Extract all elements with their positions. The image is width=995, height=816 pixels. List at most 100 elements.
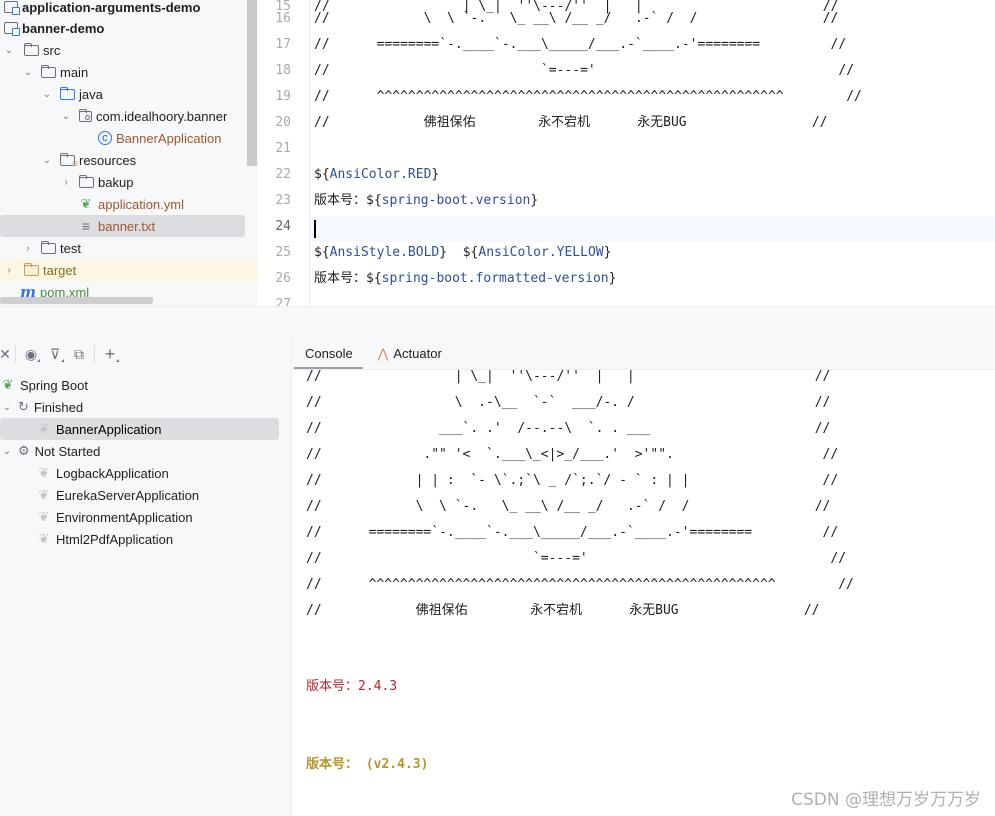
actuator-icon: ⋀ <box>377 345 389 361</box>
tree-item-java[interactable]: ⌄ java <box>0 83 246 105</box>
console-line: // ========`-.____`-.___\_____/___.-`___… <box>306 525 839 540</box>
tool-window-splitter[interactable] <box>0 306 995 339</box>
service-group-not-started[interactable]: ⌄ ⚙ Not Started <box>0 440 101 462</box>
spring-app-icon: ❦ <box>38 465 50 480</box>
tree-item-main[interactable]: ⌄ main <box>0 61 246 83</box>
chevron-down-icon[interactable]: ⌄ <box>21 67 35 78</box>
line-number: 20 <box>275 115 291 130</box>
spring-class-icon: C <box>98 131 112 145</box>
tree-item-target[interactable]: › target <box>0 259 258 281</box>
console-line: // | | : `- \`.;`\ _ /`;.`/ - ` : | | // <box>306 473 839 488</box>
service-item[interactable]: ❦ LogbackApplication <box>36 462 169 484</box>
chevron-down-icon[interactable]: ⌄ <box>0 402 14 413</box>
plain-token: } <box>608 271 617 286</box>
console-line: // \ .-\__ `-` ___/-. / // <box>306 395 831 410</box>
tree-item-bakup[interactable]: › bakup <box>0 171 246 193</box>
horizontal-scrollbar[interactable] <box>0 297 153 304</box>
tree-item-resources[interactable]: ⌄ resources <box>0 149 246 171</box>
line-number: 22 <box>275 167 291 182</box>
code-line: // ^^^^^^^^^^^^^^^^^^^^^^^^^^^^^^^^^^^^^… <box>314 89 862 104</box>
tree-item-test[interactable]: › test <box>0 237 246 259</box>
collapse-icon[interactable]: ✕ <box>0 342 12 366</box>
folder-icon <box>41 65 56 78</box>
console-tabs: Console ⋀ Actuator <box>292 339 995 370</box>
new-group-icon[interactable]: ⧉ <box>67 342 91 366</box>
refresh-icon: ↻ <box>18 399 29 414</box>
tree-item-application-arguments-demo[interactable]: application-arguments-demo <box>0 0 246 18</box>
chevron-right-icon[interactable]: › <box>21 243 35 254</box>
add-service-icon[interactable]: + <box>98 342 122 366</box>
line-number: 18 <box>275 63 291 78</box>
tree-item-banner-txt[interactable]: ≡ banner.txt <box>0 215 245 237</box>
chevron-down-icon[interactable]: ⌄ <box>40 89 54 100</box>
service-root-spring-boot[interactable]: ❦ Spring Boot <box>0 374 88 396</box>
line-number: 27 <box>275 297 291 306</box>
tree-item-package[interactable]: ⌄ com.idealhoory.banner <box>0 105 246 127</box>
placeholder-token: AnsiColor.YELLOW <box>478 245 604 260</box>
filter-icon[interactable]: ⊽ <box>43 342 67 366</box>
chevron-right-icon[interactable]: › <box>2 265 16 276</box>
code-editor[interactable]: 15 16 17 18 19 20 21 22 23 24 25 26 27 // | \_| ''\… <box>258 0 995 306</box>
code-line: 版本号：${spring-boot.version} <box>314 188 538 214</box>
folder-icon <box>79 175 94 188</box>
placeholder-token: AnsiStyle.BOLD <box>329 245 440 260</box>
service-item[interactable]: ❦ EnvironmentApplication <box>36 506 193 528</box>
tab-actuator[interactable]: ⋀ Actuator <box>365 339 454 369</box>
chevron-down-icon[interactable]: ⌄ <box>2 45 16 56</box>
service-item[interactable]: ❦ Html2PdfApplication <box>36 528 174 550</box>
service-group-finished[interactable]: ⌄ ↻ Finished <box>0 396 83 418</box>
plain-token: ${ <box>314 167 330 182</box>
line-number: 23 <box>275 193 291 208</box>
tree-item-src[interactable]: ⌄ src <box>0 39 246 61</box>
console-line: // 佛祖保佑 永不宕机 永无BUG // <box>306 603 820 618</box>
console-version-red: 版本号：2.4.3 <box>306 679 398 694</box>
code-line: // ========`-.____`-.___\_____/___.-`___… <box>314 37 847 52</box>
folder-icon <box>41 241 56 254</box>
line-number: 19 <box>275 89 291 104</box>
chevron-down-icon[interactable]: ⌄ <box>40 155 54 166</box>
plain-token: } ${ <box>439 245 479 260</box>
toolbar-separator <box>94 345 95 363</box>
excluded-folder-icon <box>24 263 39 276</box>
plain-token: } <box>530 193 539 208</box>
service-item[interactable]: ❦ EurekaServerApplication <box>36 484 200 506</box>
plain-token: 版本号：${ <box>314 271 382 286</box>
console-line: // ^^^^^^^^^^^^^^^^^^^^^^^^^^^^^^^^^^^^^… <box>306 577 854 592</box>
chevron-down-icon[interactable]: ⌄ <box>0 446 14 457</box>
services-toolbar: ✕ ◉ ⊽ ⧉ + <box>0 339 291 369</box>
view-options-icon[interactable]: ◉ <box>19 342 43 366</box>
console-version-yellow: 版本号： (v2.4.3) <box>306 757 429 772</box>
line-number: 24 <box>275 219 291 234</box>
code-line: ${AnsiColor.RED} <box>314 162 439 188</box>
tree-item-banner-application[interactable]: C BannerApplication <box>0 127 246 149</box>
resource-folder-icon <box>60 153 78 170</box>
services-panel: ✕ ◉ ⊽ ⧉ + ❦ Spring Boot ⌄ ↻ Finished ❦ B… <box>0 339 292 816</box>
module-icon <box>4 1 20 15</box>
plain-token: } <box>431 167 440 182</box>
plain-token: } <box>603 245 612 260</box>
plain-token: 版本号：${ <box>314 193 382 208</box>
chevron-down-icon[interactable]: ⌄ <box>59 111 73 122</box>
tree-item-application-yml[interactable]: ❦ application.yml <box>0 193 246 215</box>
placeholder-token: spring-boot.version <box>381 193 531 208</box>
spring-app-icon: ❦ <box>38 487 50 502</box>
console-line: // `=---=' // <box>306 551 847 566</box>
folder-icon <box>24 43 39 56</box>
placeholder-token: AnsiColor.RED <box>329 167 432 182</box>
code-line: // 佛祖保佑 永不宕机 永无BUG // <box>314 115 828 130</box>
spring-boot-icon: ❦ <box>2 377 14 392</box>
chevron-right-icon[interactable]: › <box>59 177 73 188</box>
placeholder-token: spring-boot.formatted-version <box>381 271 609 286</box>
source-folder-icon <box>60 87 75 100</box>
console-line: // ."" '< `.___\_<|>_/___.' >'"". // <box>306 447 839 462</box>
service-item-banner-application[interactable]: ❦ BannerApplication <box>0 418 279 440</box>
code-line: // `=---=' // <box>314 63 855 78</box>
console-line: // \ \ `-. \_ __\ /__ _/ .-` / / // <box>306 499 831 514</box>
vertical-scrollbar[interactable] <box>247 0 257 166</box>
module-icon <box>4 22 20 36</box>
tab-console[interactable]: Console <box>292 339 365 369</box>
code-line: // \ \ `-. \_ __\ /__ _/ .-` / / // <box>314 11 839 26</box>
tree-item-banner-demo[interactable]: banner-demo <box>0 17 246 39</box>
code-line: 版本号：${spring-boot.formatted-version} <box>314 266 616 292</box>
spring-app-icon: ❦ <box>38 421 50 436</box>
